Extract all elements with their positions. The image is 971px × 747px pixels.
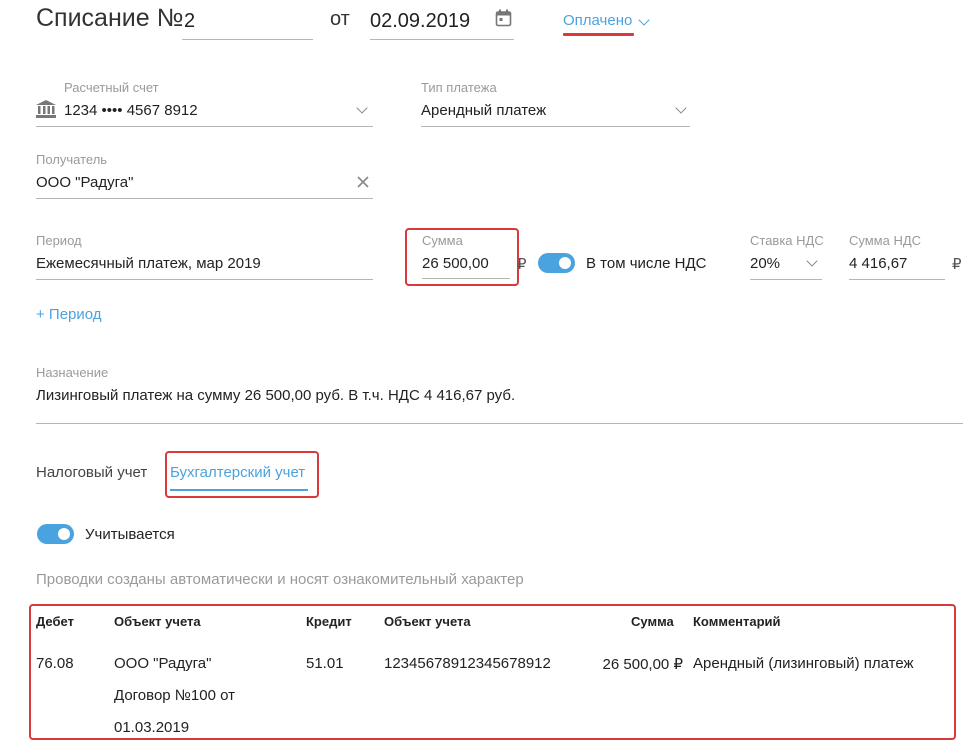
amount-currency: ₽: [517, 256, 527, 273]
column-header-debit-object: Объект учета: [114, 614, 201, 629]
period-label: Период: [36, 233, 82, 248]
document-number-value: 2: [184, 10, 196, 32]
add-period-link[interactable]: + Период: [36, 306, 102, 323]
purpose-value: Лизинговый платеж на сумму 26 500,00 руб…: [36, 387, 516, 404]
column-header-credit-object: Объект учета: [384, 614, 471, 629]
vat-amount-currency: ₽: [952, 256, 962, 273]
payment-type-label: Тип платежа: [421, 80, 497, 95]
close-icon[interactable]: [357, 176, 369, 188]
vat-amount-field[interactable]: 4 416,67: [849, 249, 945, 280]
chevron-down-icon: [675, 102, 687, 114]
recipient-field[interactable]: ООО "Радуга": [36, 168, 373, 199]
page-title: Списание №: [36, 4, 184, 32]
status-dropdown[interactable]: Оплачено: [563, 12, 653, 38]
debit-object-line: ООО "Радуга": [114, 655, 212, 672]
entries-table: Дебет Объект учета Кредит Объект учета С…: [36, 614, 951, 736]
amount-cell: 26 500,00 ₽: [602, 656, 683, 673]
accounting-toggle[interactable]: [37, 524, 74, 544]
date-field[interactable]: 02.09.2019: [370, 8, 514, 40]
recipient-value: ООО "Радуга": [36, 174, 134, 191]
vat-included-label: В том числе НДС: [586, 255, 707, 272]
date-value: 02.09.2019: [370, 10, 471, 32]
debit-cell: 76.08: [36, 655, 74, 672]
entries-note: Проводки созданы автоматически и носят о…: [36, 571, 524, 588]
chevron-down-icon: [638, 14, 650, 26]
column-header-amount: Сумма: [631, 614, 674, 629]
vat-rate-label: Ставка НДС: [750, 233, 824, 248]
column-header-comment: Комментарий: [693, 614, 781, 629]
vat-included-toggle[interactable]: [538, 253, 575, 273]
accounting-toggle-label: Учитывается: [85, 526, 175, 543]
document-number-field[interactable]: 2: [182, 8, 313, 40]
column-header-debit: Дебет: [36, 614, 74, 629]
recipient-label: Получатель: [36, 152, 108, 167]
comment-cell: Арендный (лизинговый) платеж: [693, 655, 914, 672]
amount-field[interactable]: 26 500,00: [422, 249, 510, 279]
account-value: 1234 •••• 4567 8912: [64, 102, 198, 119]
tab-bookkeeping[interactable]: Бухгалтерский учет: [170, 462, 308, 491]
vat-rate-value: 20%: [750, 255, 781, 272]
account-label: Расчетный счет: [64, 80, 159, 95]
tab-tax-accounting[interactable]: Налоговый учет: [36, 464, 147, 481]
chevron-down-icon: [356, 102, 368, 114]
date-prefix: от: [330, 8, 350, 30]
period-value: Ежемесячный платеж, мар 2019: [36, 255, 261, 272]
vat-rate-select[interactable]: 20%: [750, 249, 822, 280]
chevron-down-icon: [806, 255, 818, 267]
bank-icon: [36, 100, 56, 118]
payment-type-value: Арендный платеж: [421, 102, 547, 119]
table-row: 76.08 ООО "Радуга" Договор №100 от 01.03…: [36, 652, 951, 736]
amount-label: Сумма: [422, 233, 463, 248]
calendar-icon[interactable]: [495, 9, 512, 27]
vat-amount-value: 4 416,67: [849, 255, 908, 272]
column-header-credit: Кредит: [306, 614, 352, 629]
tab-bookkeeping-label: Бухгалтерский учет: [170, 464, 306, 481]
amount-value: 26 500,00: [422, 255, 489, 272]
status-label: Оплачено: [563, 12, 633, 29]
vat-amount-label: Сумма НДС: [849, 233, 922, 248]
purpose-label: Назначение: [36, 365, 109, 380]
purpose-field[interactable]: Лизинговый платеж на сумму 26 500,00 руб…: [36, 381, 963, 424]
account-select[interactable]: 1234 •••• 4567 8912: [36, 96, 373, 127]
payment-type-select[interactable]: Арендный платеж: [421, 96, 690, 127]
debit-object-line: Договор №100 от: [114, 687, 235, 704]
active-tab-indicator: [170, 489, 308, 491]
debit-object-line: 01.03.2019: [114, 719, 190, 736]
status-underline: [563, 33, 634, 36]
period-field[interactable]: Ежемесячный платеж, мар 2019: [36, 249, 373, 280]
credit-object-cell: 12345678912345678912: [384, 655, 551, 672]
credit-cell: 51.01: [306, 655, 344, 672]
